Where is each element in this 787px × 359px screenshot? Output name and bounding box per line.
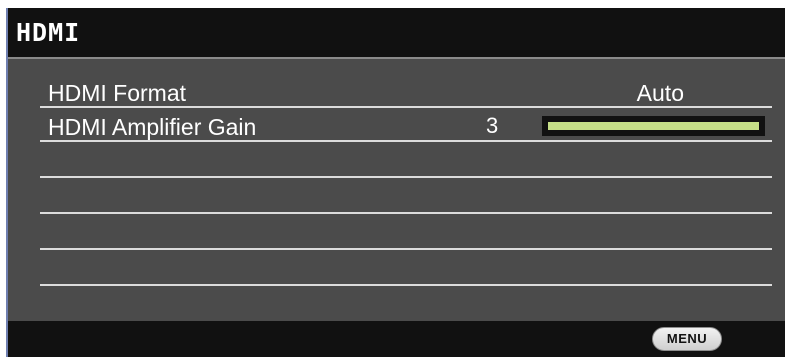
- menu-divider-row: [40, 178, 772, 214]
- menu-item-hdmi-amplifier-gain[interactable]: HDMI Amplifier Gain 3: [40, 108, 772, 142]
- panel-title: HDMI: [16, 18, 81, 47]
- title-bar: HDMI: [8, 8, 785, 59]
- osd-panel: HDMI HDMI Format Auto HDMI Amplifier Gai…: [6, 8, 785, 357]
- menu-divider-row: [40, 142, 772, 178]
- menu-divider-row: [40, 214, 772, 250]
- menu-item-label: HDMI Format: [48, 80, 186, 106]
- menu-divider-row: [40, 250, 772, 286]
- menu-button[interactable]: MENU: [652, 327, 722, 351]
- gain-slider-track: [548, 122, 759, 130]
- menu-list: HDMI Format Auto HDMI Amplifier Gain 3: [40, 74, 772, 286]
- gain-value: 3: [486, 113, 499, 138]
- gain-slider-fill: [548, 122, 759, 130]
- bottom-bar: MENU: [8, 321, 785, 357]
- gain-slider[interactable]: [542, 116, 765, 136]
- menu-item-label: HDMI Amplifier Gain: [48, 114, 257, 140]
- menu-item-hdmi-format[interactable]: HDMI Format Auto: [40, 74, 772, 108]
- menu-item-value[interactable]: Auto: [637, 80, 684, 106]
